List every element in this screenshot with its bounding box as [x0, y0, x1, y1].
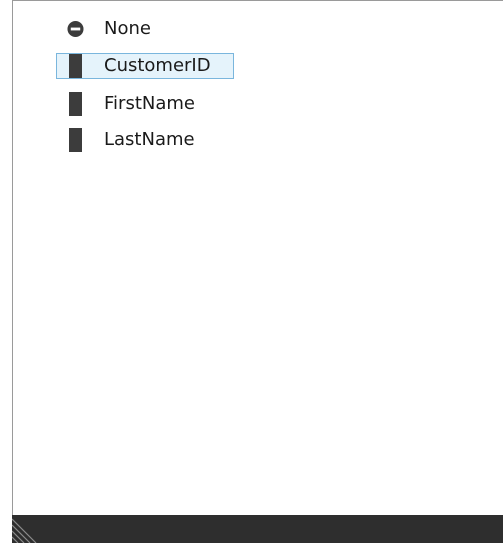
list-item-customerid[interactable]: CustomerID: [56, 53, 234, 79]
field-list-panel: None CustomerID FirstName LastName: [12, 0, 503, 515]
list-item-none[interactable]: None: [56, 16, 236, 42]
resize-grip-icon[interactable]: [12, 515, 40, 543]
field-column-icon: [67, 53, 84, 79]
list-item-firstname[interactable]: FirstName: [56, 91, 236, 117]
list-item-label: LastName: [104, 129, 195, 150]
field-column-icon: [67, 127, 84, 153]
list-item-label: CustomerID: [104, 55, 211, 76]
none-circle-icon: [67, 16, 84, 42]
list-item-label: None: [104, 18, 151, 39]
field-list: None CustomerID FirstName LastName: [56, 16, 236, 164]
list-item-lastname[interactable]: LastName: [56, 127, 236, 153]
status-bar: [12, 515, 503, 543]
list-item-label: FirstName: [104, 93, 195, 114]
field-column-icon: [67, 91, 84, 117]
